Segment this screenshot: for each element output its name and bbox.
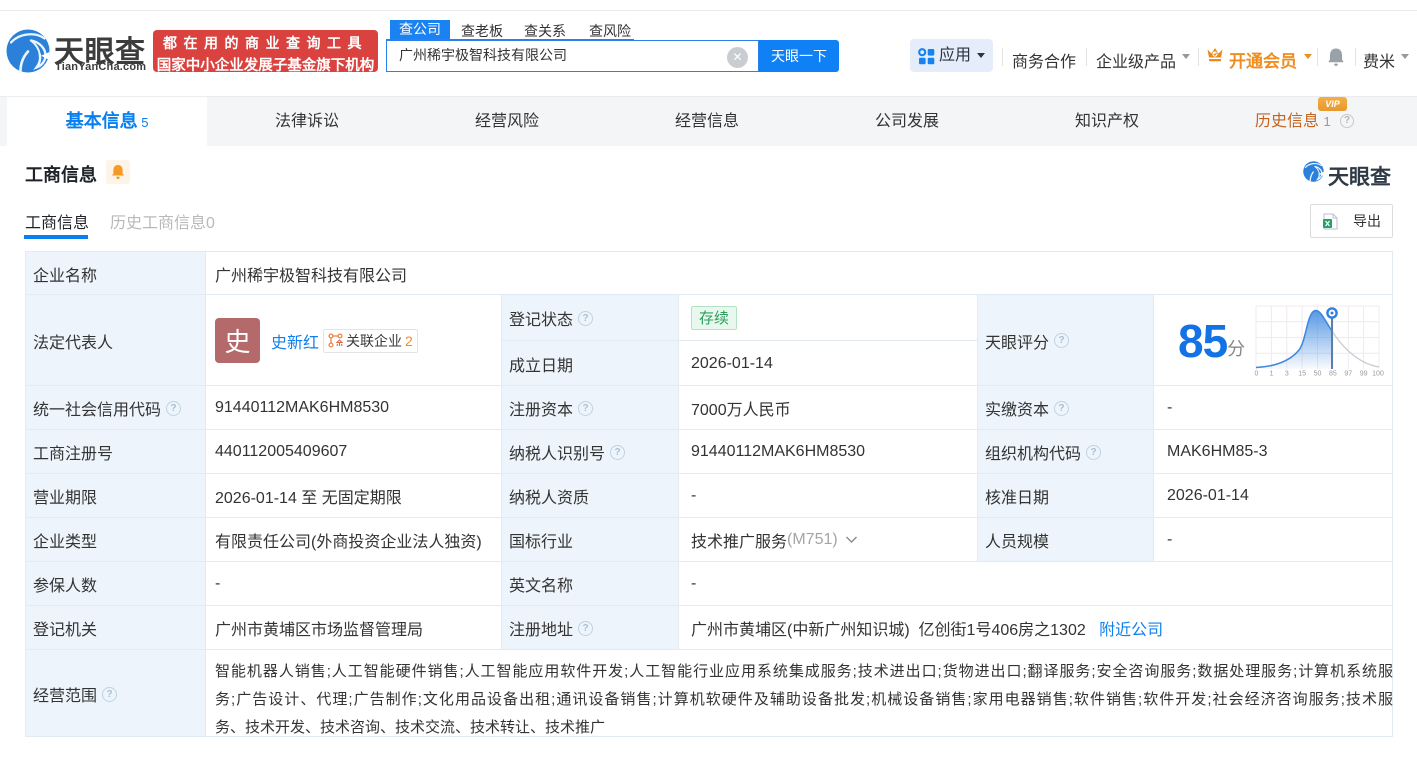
- svg-text:0: 0: [1255, 371, 1259, 378]
- svg-text:85: 85: [1329, 371, 1337, 378]
- svg-text:15: 15: [1298, 371, 1306, 378]
- svg-text:97: 97: [1344, 371, 1352, 378]
- svg-text:100: 100: [1372, 371, 1384, 378]
- svg-text:3: 3: [1285, 371, 1289, 378]
- svg-text:99: 99: [1360, 371, 1368, 378]
- svg-text:1: 1: [1269, 371, 1273, 378]
- svg-text:50: 50: [1314, 371, 1322, 378]
